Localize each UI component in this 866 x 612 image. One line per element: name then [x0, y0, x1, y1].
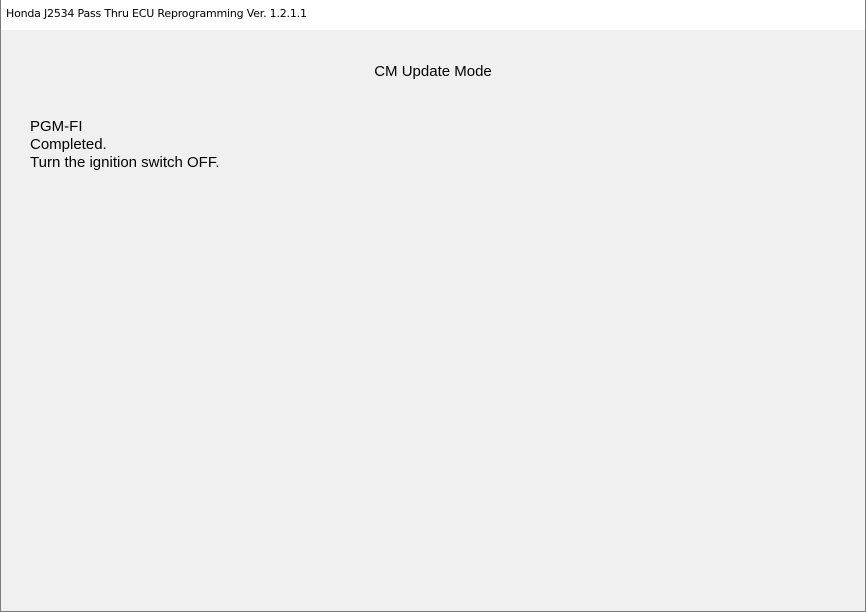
application-window: Honda J2534 Pass Thru ECU Reprogramming … — [0, 0, 866, 612]
client-area: CM Update Mode PGM-FI Completed. Turn th… — [1, 30, 865, 611]
window-title: Honda J2534 Pass Thru ECU Reprogramming … — [6, 7, 307, 20]
title-bar[interactable]: Honda J2534 Pass Thru ECU Reprogramming … — [1, 0, 865, 30]
instruction-text: Turn the ignition switch OFF. — [30, 154, 220, 171]
status-message: PGM-FI Completed. Turn the ignition swit… — [30, 118, 220, 172]
mode-title: CM Update Mode — [374, 63, 492, 80]
ecu-name-label: PGM-FI — [30, 118, 83, 135]
status-text: Completed. — [30, 136, 107, 153]
